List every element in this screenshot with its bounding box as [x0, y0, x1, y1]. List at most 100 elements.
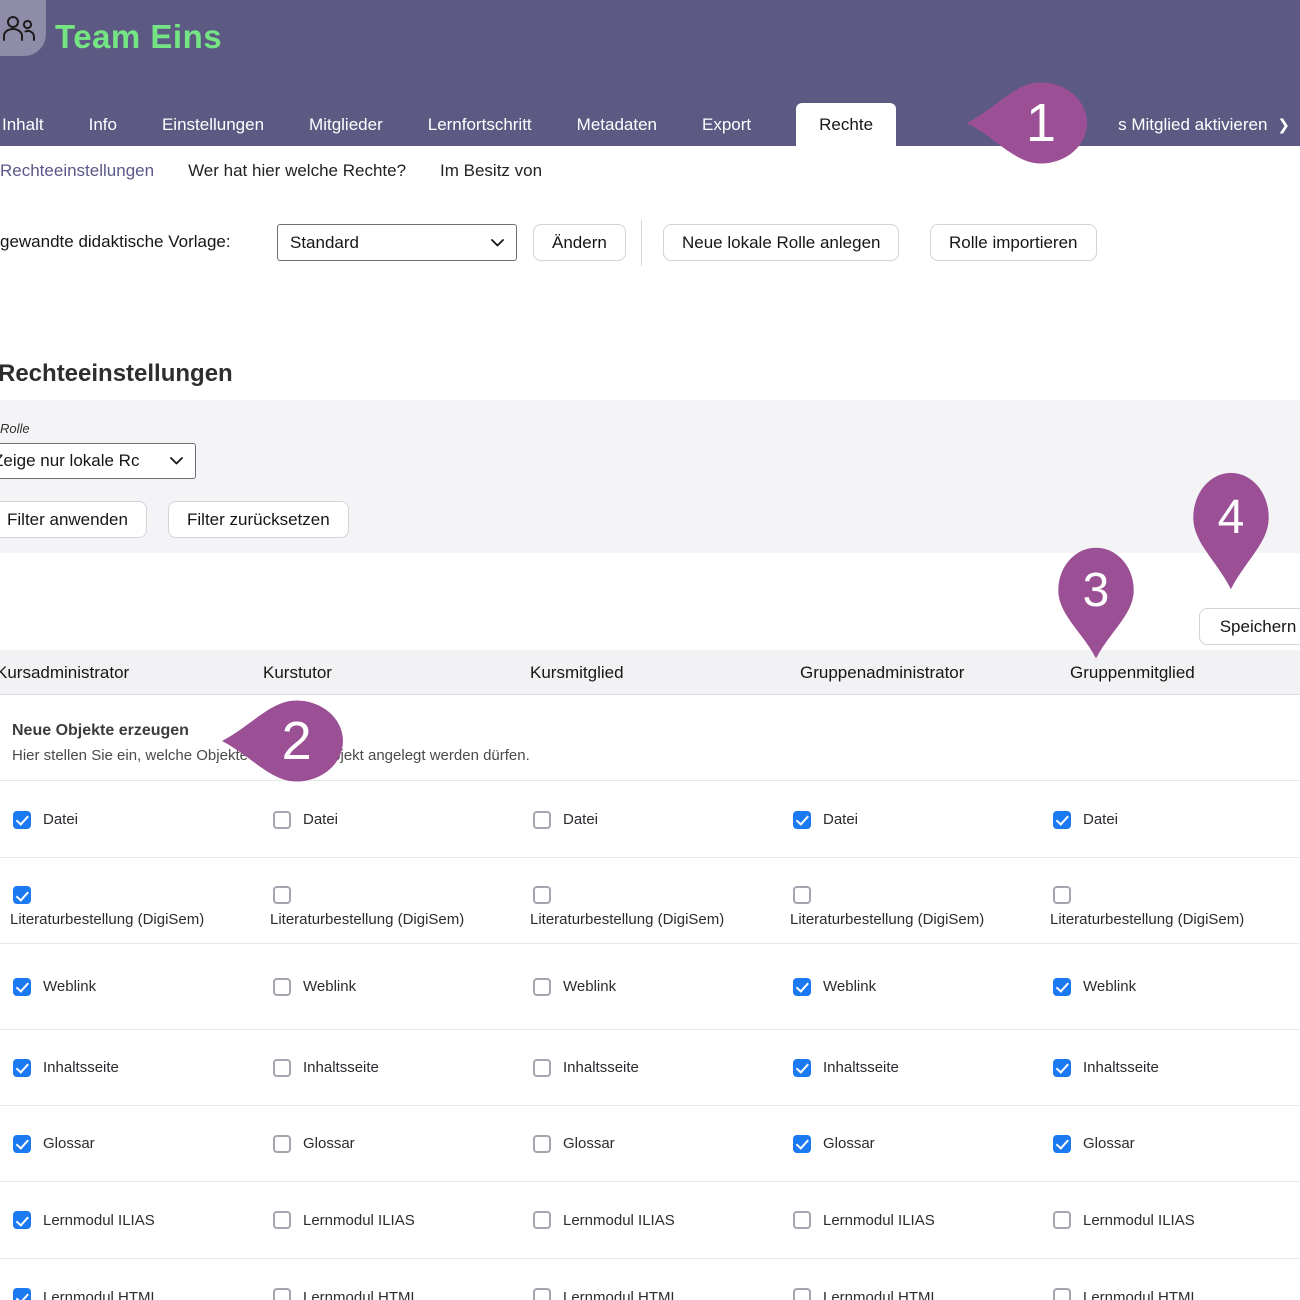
tab-einstellungen[interactable]: Einstellungen	[162, 103, 264, 146]
subtab-rechteeinstellungen[interactable]: Rechteeinstellungen	[0, 161, 154, 181]
didactic-template-row: gewandte didaktische Vorlage: Standard Ä…	[0, 222, 1300, 264]
permission-cell: Glossar	[520, 1106, 780, 1181]
permission-row-lernmodul-ilias: Lernmodul ILIASLernmodul ILIASLernmodul …	[0, 1182, 1300, 1259]
callout-number: 3	[1055, 544, 1137, 636]
permission-cell: Lernmodul ILIAS	[260, 1182, 520, 1258]
tab-inhalt[interactable]: Inhalt	[2, 103, 44, 146]
toolbar-divider	[641, 220, 642, 266]
checkbox-unchecked[interactable]	[273, 1135, 291, 1153]
permission-cell: Datei	[260, 782, 520, 857]
checkbox-unchecked[interactable]	[793, 886, 811, 904]
checkbox-checked[interactable]	[793, 978, 811, 996]
checkbox-unchecked[interactable]	[533, 978, 551, 996]
checkbox-checked[interactable]	[13, 978, 31, 996]
checkbox-unchecked[interactable]	[533, 886, 551, 904]
checkbox-unchecked[interactable]	[273, 886, 291, 904]
checkbox-checked[interactable]	[13, 886, 31, 904]
checkbox-checked[interactable]	[13, 811, 31, 829]
permission-label: Datei	[1083, 811, 1118, 828]
permission-label: Lernmodul ILIAS	[303, 1212, 415, 1229]
subtab-wer-hat-hier-welche-rechte[interactable]: Wer hat hier welche Rechte?	[188, 161, 406, 181]
checkbox-unchecked[interactable]	[533, 1059, 551, 1077]
checkbox-unchecked[interactable]	[1053, 1211, 1071, 1229]
checkbox-unchecked[interactable]	[533, 1135, 551, 1153]
checkbox-unchecked[interactable]	[533, 1288, 551, 1300]
permission-label: Datei	[303, 811, 338, 828]
checkbox-checked[interactable]	[13, 1288, 31, 1300]
chevron-right-icon: ❯	[1277, 116, 1290, 134]
role-filter-select[interactable]: Zeige nur lokale Rc	[0, 443, 196, 479]
section-description: Hier stellen Sie ein, welche Objekte in …	[12, 747, 530, 764]
permission-cell: Weblink	[1040, 944, 1300, 1029]
chevron-down-icon	[491, 239, 504, 247]
permission-label: Weblink	[43, 978, 96, 995]
checkbox-checked[interactable]	[1053, 978, 1071, 996]
more-tab-label: s Mitglied aktivieren	[1118, 115, 1267, 135]
permission-label: Inhaltsseite	[303, 1059, 379, 1076]
permission-label: Literaturbestellung (DigiSem)	[10, 911, 204, 928]
checkbox-unchecked[interactable]	[273, 1211, 291, 1229]
tab-als-mitglied-aktivieren[interactable]: s Mitglied aktivieren ❯	[1118, 103, 1290, 146]
permission-label: Weblink	[1083, 978, 1136, 995]
save-button[interactable]: Speichern	[1199, 608, 1300, 645]
tab-metadaten[interactable]: Metadaten	[577, 103, 657, 146]
role-columns-header: KursadministratorKurstutorKursmitgliedGr…	[0, 650, 1300, 695]
tab-lernfortschritt[interactable]: Lernfortschritt	[428, 103, 532, 146]
permission-cell: Datei	[0, 782, 260, 857]
permission-cell: Glossar	[260, 1106, 520, 1181]
checkbox-unchecked[interactable]	[273, 978, 291, 996]
subtab-im-besitz-von[interactable]: Im Besitz von	[440, 161, 542, 181]
permission-row-datei: DateiDateiDateiDateiDatei	[0, 782, 1300, 858]
checkbox-unchecked[interactable]	[793, 1288, 811, 1300]
permission-label: Literaturbestellung (DigiSem)	[530, 911, 724, 928]
permission-cell: Weblink	[0, 944, 260, 1029]
checkbox-unchecked[interactable]	[273, 1288, 291, 1300]
column-header-kursmitglied: Kursmitglied	[530, 650, 624, 695]
page-title: Team Eins	[55, 18, 222, 56]
checkbox-checked[interactable]	[13, 1059, 31, 1077]
filter-panel: Rolle Zeige nur lokale Rc Filter anwende…	[0, 400, 1300, 553]
checkbox-unchecked[interactable]	[1053, 886, 1071, 904]
permission-cell: Lernmodul ILIAS	[780, 1182, 1040, 1258]
checkbox-unchecked[interactable]	[533, 811, 551, 829]
permission-cell: Weblink	[520, 944, 780, 1029]
checkbox-unchecked[interactable]	[273, 811, 291, 829]
permission-cell: Lernmodul HTML	[520, 1259, 780, 1300]
apply-filter-button[interactable]: Filter anwenden	[0, 501, 147, 538]
checkbox-checked[interactable]	[1053, 1059, 1071, 1077]
tab-info[interactable]: Info	[89, 103, 117, 146]
column-header-gruppenmitglied: Gruppenmitglied	[1070, 650, 1195, 695]
permission-label: Lernmodul HTML	[563, 1289, 679, 1300]
checkbox-unchecked[interactable]	[533, 1211, 551, 1229]
tab-rechte[interactable]: Rechte	[796, 103, 896, 146]
checkbox-unchecked[interactable]	[273, 1059, 291, 1077]
create-local-role-button[interactable]: Neue lokale Rolle anlegen	[663, 224, 899, 261]
import-role-button[interactable]: Rolle importieren	[930, 224, 1097, 261]
permission-row-literaturbestellung-digisem: Literaturbestellung (DigiSem) Literaturbe…	[0, 858, 1300, 944]
permission-label: Datei	[43, 811, 78, 828]
tab-bar: Inhalt Info Einstellungen Mitglieder Lernfor…	[2, 103, 1300, 146]
checkbox-unchecked[interactable]	[1053, 1288, 1071, 1300]
reset-filter-button[interactable]: Filter zurücksetzen	[168, 501, 349, 538]
section-title: Neue Objekte erzeugen	[12, 722, 189, 740]
checkbox-checked[interactable]	[13, 1211, 31, 1229]
callout-marker-3: 3	[1055, 544, 1137, 662]
tab-export[interactable]: Export	[702, 103, 751, 146]
permission-label: Lernmodul ILIAS	[823, 1212, 935, 1229]
checkbox-unchecked[interactable]	[793, 1211, 811, 1229]
permission-cell: Inhaltsseite	[0, 1030, 260, 1105]
checkbox-checked[interactable]	[793, 811, 811, 829]
permission-cell: Glossar	[0, 1106, 260, 1181]
checkbox-checked[interactable]	[793, 1059, 811, 1077]
header: Team Eins Inhalt Info Einstellungen Mitglie…	[0, 0, 1300, 146]
didactic-template-select[interactable]: Standard	[277, 224, 517, 261]
checkbox-checked[interactable]	[793, 1135, 811, 1153]
permission-cell: Literaturbestellung (DigiSem)	[520, 858, 780, 943]
permission-cell: Literaturbestellung (DigiSem)	[1040, 858, 1300, 943]
tab-mitglieder[interactable]: Mitglieder	[309, 103, 383, 146]
checkbox-checked[interactable]	[1053, 811, 1071, 829]
checkbox-checked[interactable]	[1053, 1135, 1071, 1153]
checkbox-checked[interactable]	[13, 1135, 31, 1153]
permission-label: Inhaltsseite	[823, 1059, 899, 1076]
change-template-button[interactable]: Ändern	[533, 224, 626, 261]
